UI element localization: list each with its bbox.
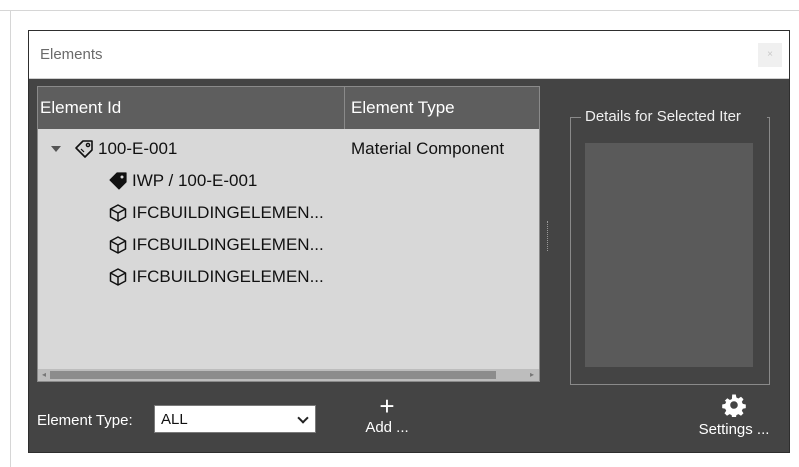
column-header-element-id[interactable]: Element Id [40, 98, 121, 118]
cube-icon [108, 235, 128, 255]
column-divider[interactable] [344, 87, 345, 129]
element-id: IWP / 100-E-001 [132, 171, 258, 190]
cube-icon [108, 203, 128, 223]
element-type-select[interactable]: ALL [154, 405, 316, 433]
element-id: IFCBUILDINGELEMEN... [132, 267, 324, 286]
tree-row[interactable]: IFCBUILDINGELEMEN... [38, 262, 539, 292]
details-group: Details for Selected Iter [570, 108, 770, 385]
tree-row[interactable]: IFCBUILDINGELEMEN... [38, 230, 539, 260]
element-type-value: ALL [161, 411, 188, 428]
close-button[interactable]: × [758, 43, 782, 67]
tree-row[interactable]: IWP / 100-E-001 [38, 166, 539, 196]
column-header-element-type[interactable]: Element Type [351, 98, 455, 118]
tree-row[interactable]: 100-E-001 Material Component [38, 134, 539, 164]
settings-label: Settings ... [698, 421, 770, 438]
gear-icon [689, 393, 779, 421]
window-titlebar[interactable]: Elements × [29, 31, 789, 79]
element-id: IFCBUILDINGELEMEN... [132, 203, 324, 222]
page-border-top [0, 10, 799, 11]
scroll-left-icon[interactable]: ◂ [39, 370, 49, 380]
horizontal-scrollbar[interactable]: ◂ ▸ [38, 369, 539, 381]
element-id: IFCBUILDINGELEMEN... [132, 235, 324, 254]
panel-splitter-handle[interactable] [547, 221, 549, 251]
details-legend: Details for Selected Iter [581, 108, 767, 125]
tag-filled-icon [108, 171, 128, 191]
tree-header: Element Id Element Type [38, 87, 539, 129]
window-title: Elements [40, 46, 103, 63]
add-label: Add ... [365, 419, 409, 436]
tree-row[interactable]: IFCBUILDINGELEMEN... [38, 198, 539, 228]
cube-icon [108, 267, 128, 287]
details-area [585, 143, 753, 367]
page-border-left [10, 10, 11, 467]
plus-icon: + [379, 391, 395, 421]
chevron-down-icon [297, 412, 309, 424]
element-id: 100-E-001 [98, 139, 178, 158]
page-background: Elements × Element Id Element Type 100-E… [0, 0, 799, 467]
elements-window: Elements × Element Id Element Type 100-E… [28, 30, 790, 453]
add-button[interactable]: + Add ... [363, 393, 411, 436]
scroll-right-icon[interactable]: ▸ [527, 370, 537, 380]
element-type-label: Element Type: [37, 412, 133, 429]
element-type: Material Component [351, 139, 505, 158]
expand-caret-icon[interactable] [51, 146, 61, 152]
elements-tree[interactable]: Element Id Element Type 100-E-001 Materi… [37, 86, 540, 382]
settings-button[interactable]: Settings ... [689, 393, 779, 438]
scroll-thumb[interactable] [50, 371, 496, 379]
tag-outline-icon [74, 139, 94, 159]
